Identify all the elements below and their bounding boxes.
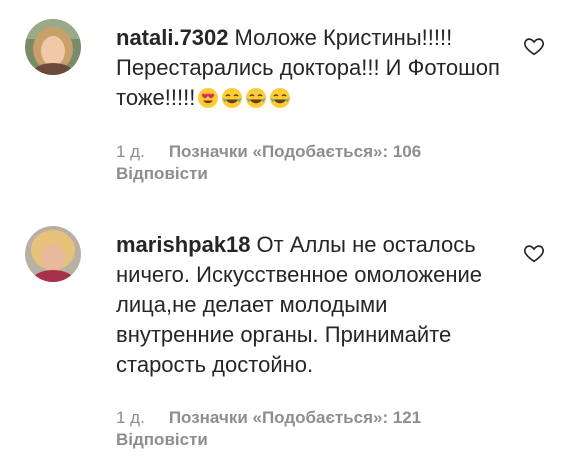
username[interactable]: natali.7302 [116, 25, 229, 50]
likes-count-link[interactable]: Позначки «Подобається»: 121 [169, 408, 421, 427]
like-heart-icon[interactable] [523, 242, 545, 264]
comment-text: natali.7302 Моложе Кристины!!!!! Перестар… [116, 23, 506, 113]
avatar[interactable] [25, 226, 81, 282]
reply-button[interactable]: Відповісти [116, 429, 208, 451]
comment-age: 1 д. [116, 142, 145, 161]
comment-age: 1 д. [116, 408, 145, 427]
like-heart-icon[interactable] [523, 35, 545, 57]
reply-button[interactable]: Відповісти [116, 163, 208, 185]
heart-eyes-emoji-icon [197, 87, 219, 109]
tears-of-joy-emoji-icon [221, 87, 243, 109]
tears-of-joy-emoji-icon [269, 87, 291, 109]
comment-meta: 1 д. Позначки «Подобається»: 106 [116, 141, 421, 163]
comment-meta: 1 д. Позначки «Подобається»: 121 [116, 407, 421, 429]
username[interactable]: marishpak18 [116, 232, 251, 257]
avatar[interactable] [25, 19, 81, 75]
likes-count-link[interactable]: Позначки «Подобається»: 106 [169, 142, 421, 161]
tears-of-joy-emoji-icon [245, 87, 267, 109]
comment-text: marishpak18 От Аллы не осталось ничего. И… [116, 230, 506, 380]
